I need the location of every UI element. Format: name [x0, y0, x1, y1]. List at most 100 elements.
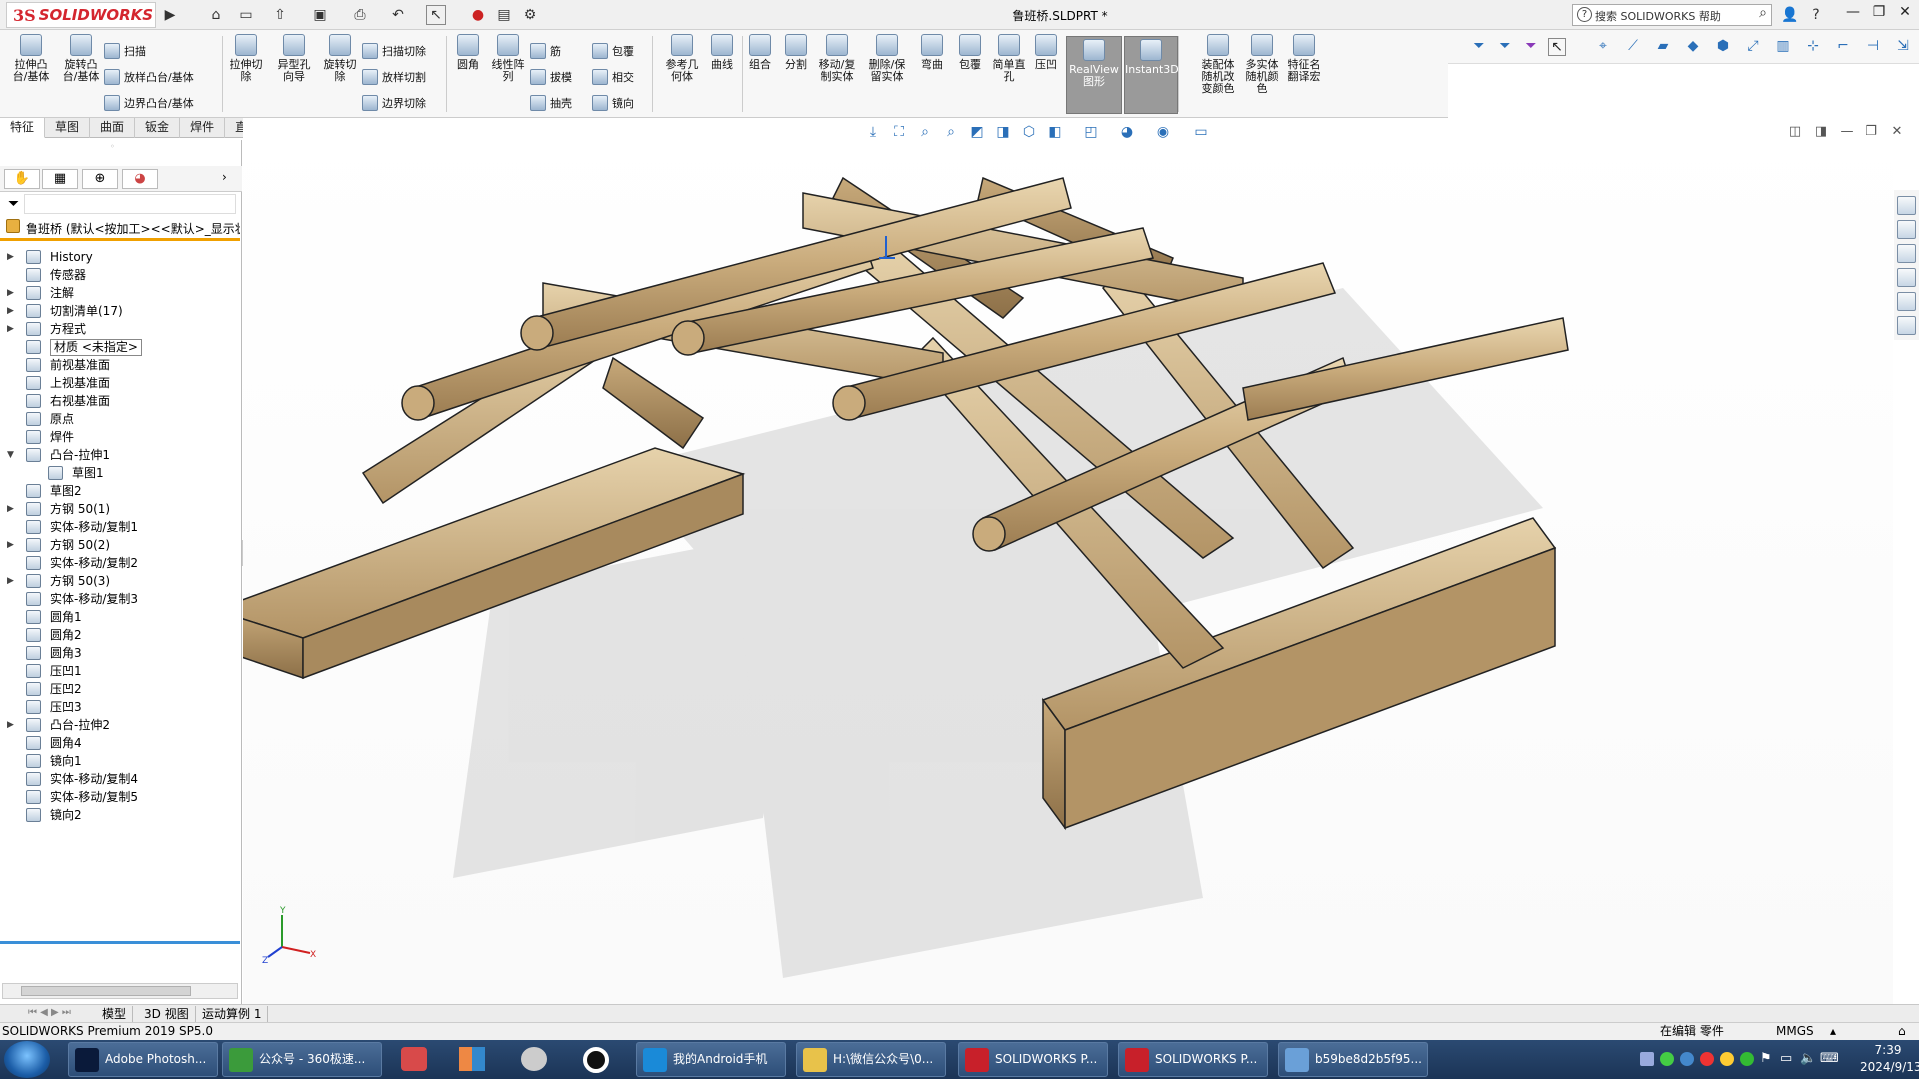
draft-button[interactable]: 拔模 — [530, 66, 572, 88]
help-icon[interactable]: ? — [1806, 5, 1826, 25]
view-tile-icon[interactable]: ◫ — [1786, 124, 1804, 142]
lofted-cut-button[interactable]: 放样切割 — [362, 66, 426, 88]
expand-arrow-icon[interactable]: ▼ — [7, 446, 17, 464]
flex-button[interactable]: 弯曲 — [914, 34, 950, 71]
tree-filter-input[interactable] — [24, 194, 236, 214]
tree-item[interactable]: 实体-移动/复制4 — [0, 770, 240, 788]
options-gear-icon[interactable]: ⚙ — [520, 5, 540, 25]
tray-app-icon[interactable] — [1640, 1052, 1654, 1066]
revolve-cut-button[interactable]: 旋转切 除 — [318, 34, 362, 83]
tree-horizontal-scrollbar[interactable] — [2, 983, 238, 999]
section-view-icon[interactable]: ◩ — [967, 124, 987, 144]
tiles-app-icon[interactable] — [450, 1043, 494, 1076]
extrude-cut-button[interactable]: 拉伸切 除 — [224, 34, 268, 83]
tree-item[interactable]: 压凹1 — [0, 662, 240, 680]
tab-1[interactable]: 草图 — [45, 118, 91, 138]
minimize-icon[interactable]: — — [1840, 4, 1866, 26]
shell-button[interactable]: 抽壳 — [530, 92, 572, 114]
taskbar-task[interactable]: 公众号 - 360极速... — [222, 1042, 382, 1077]
undo-icon[interactable]: ↶ — [388, 5, 408, 25]
tree-item[interactable]: 实体-移动/复制1 — [0, 518, 240, 536]
expand-arrow-icon[interactable]: ▶ — [7, 320, 17, 338]
tree-item[interactable]: 草图2 — [0, 482, 240, 500]
taskbar-task[interactable]: b59be8d2b5f95... — [1278, 1042, 1428, 1077]
expand-arrow-icon[interactable]: ▶ — [7, 572, 17, 590]
zoom-area-icon[interactable]: ⌕ — [915, 124, 935, 144]
tree-item[interactable]: 圆角3 — [0, 644, 240, 662]
filter-toggle-icon[interactable]: ⏷ — [1496, 38, 1514, 56]
graphics-restore-icon[interactable]: ❐ — [1862, 124, 1880, 142]
filter-sketch-icon[interactable]: ⌐ — [1834, 38, 1852, 56]
expand-arrow-icon[interactable]: ▶ — [7, 536, 17, 554]
taskbar-task[interactable]: 我的Android手机 — [636, 1042, 786, 1077]
loft-boss-button[interactable]: 放样凸台/基体 — [104, 66, 194, 88]
wrap-button[interactable]: 包覆 — [950, 34, 990, 71]
tree-item[interactable]: ▶ History — [0, 248, 240, 266]
tree-item[interactable]: 草图1 — [0, 464, 240, 482]
simple-hole-button[interactable]: 简单直 孔 — [990, 34, 1028, 83]
extrude-boss-button[interactable]: 拉伸凸 台/基体 — [8, 34, 54, 83]
paint-app-icon[interactable] — [512, 1043, 556, 1076]
reference-geometry-button[interactable]: 参考几 何体 — [660, 34, 704, 83]
delete-keep-body-button[interactable]: 删除/保 留实体 — [862, 34, 912, 83]
tree-item[interactable]: 前视基准面 — [0, 356, 240, 374]
tree-item[interactable]: 实体-移动/复制5 — [0, 788, 240, 806]
display-style-icon[interactable]: ◧ — [1045, 124, 1065, 144]
wechat-tray-icon[interactable] — [1660, 1052, 1674, 1066]
filter-edges-icon[interactable]: ⏷ — [1522, 38, 1540, 56]
home-icon[interactable]: ⌂ — [206, 5, 226, 25]
tree-item[interactable]: ▶ 切割清单(17) — [0, 302, 240, 320]
open-icon[interactable]: ⇧ — [270, 5, 290, 25]
windows-start-icon[interactable] — [4, 1041, 50, 1078]
appearances-icon[interactable] — [1897, 292, 1916, 311]
combine-button[interactable]: 组合 — [742, 34, 778, 71]
chevron-right-icon[interactable]: › — [222, 170, 227, 184]
tree-rollback-bar[interactable] — [0, 941, 240, 944]
volume-icon[interactable]: 🔈 — [1800, 1051, 1816, 1066]
view-orientation-icon[interactable]: ⬡ — [1019, 124, 1039, 144]
select-icon[interactable]: ↖ — [426, 5, 446, 25]
solidworks-logo[interactable]: 3S SOLIDWORKS — [6, 2, 156, 28]
rib-button[interactable]: 筋 — [530, 40, 561, 62]
network-icon[interactable]: ▭ — [1780, 1051, 1792, 1066]
rebuild-icon[interactable]: ● — [468, 5, 488, 25]
tab-motion-study[interactable]: 运动算例 1 — [196, 1006, 269, 1022]
bridge-3d-model[interactable] — [212, 118, 1893, 1004]
tab-model[interactable]: 模型 — [96, 1006, 134, 1022]
indent-button[interactable]: 压凹 — [1028, 34, 1064, 71]
search-icon[interactable]: ⌕ — [1759, 5, 1767, 21]
filter-icon[interactable]: ⏷ — [1470, 38, 1488, 56]
split-button[interactable]: 分割 — [778, 34, 814, 71]
expand-arrow-icon[interactable]: ▶ — [7, 248, 17, 266]
graphics-area[interactable] — [212, 118, 1893, 1004]
revolve-boss-button[interactable]: 旋转凸 台/基体 — [58, 34, 104, 83]
zoom-to-fit-icon[interactable]: ⛶ — [889, 124, 909, 144]
tree-item[interactable]: 镜向2 — [0, 806, 240, 824]
boundary-cut-button[interactable]: 边界切除 — [362, 92, 426, 114]
dynamic-annotation-icon[interactable]: ◨ — [993, 124, 1013, 144]
solidworks-resources-icon[interactable] — [1897, 196, 1916, 215]
tree-item[interactable]: 实体-移动/复制2 — [0, 554, 240, 572]
view-settings-icon[interactable]: ▭ — [1191, 124, 1211, 144]
filter-plane-icon[interactable]: ▥ — [1774, 38, 1792, 56]
filter-vertex-icon[interactable]: ⌖ — [1594, 38, 1612, 56]
tree-item[interactable]: ▶ 凸台-拉伸2 — [0, 716, 240, 734]
tree-item[interactable]: 圆角2 — [0, 626, 240, 644]
panel-grip-icon[interactable]: ◦ — [110, 142, 115, 151]
tree-item[interactable]: 右视基准面 — [0, 392, 240, 410]
fillet-button[interactable]: 圆角 — [450, 34, 486, 71]
mail-app-icon[interactable] — [392, 1043, 436, 1076]
tree-item[interactable]: 镜向1 — [0, 752, 240, 770]
move-copy-body-button[interactable]: 移动/复 制实体 — [812, 34, 862, 83]
taskbar-task[interactable]: Adobe Photosh... — [68, 1042, 218, 1077]
filter-face-icon[interactable]: ▰ — [1654, 38, 1672, 56]
tree-item[interactable]: 压凹3 — [0, 698, 240, 716]
tree-root[interactable]: 鲁班桥 (默认<按加工><<默认>_显示状 — [4, 218, 240, 238]
expand-arrow-icon[interactable]: ▶ — [7, 716, 17, 734]
filter-funnel-icon[interactable]: ⏷ — [8, 196, 19, 212]
apply-scene-icon[interactable]: ◉ — [1153, 124, 1173, 144]
unit-system[interactable]: MMGS — [1776, 1023, 1814, 1040]
graphics-close-icon[interactable]: ✕ — [1888, 124, 1906, 142]
swept-cut-button[interactable]: 扫描切除 — [362, 40, 426, 62]
tree-item[interactable]: ▶ 方钢 50(3) — [0, 572, 240, 590]
